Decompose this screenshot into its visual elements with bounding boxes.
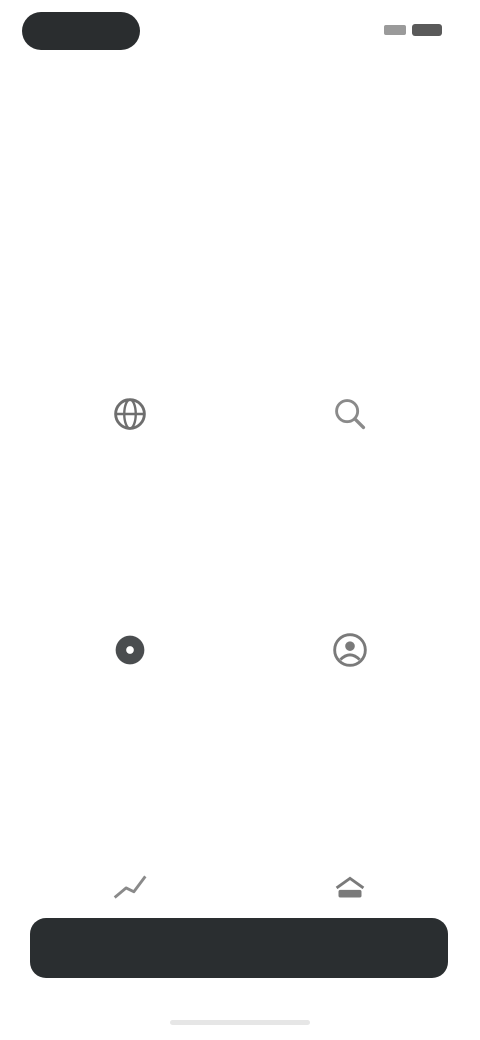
option-tile[interactable] — [20, 581, 240, 817]
status-bar — [0, 0, 480, 64]
status-icons — [384, 24, 442, 36]
globe-icon — [103, 387, 157, 441]
continue-button[interactable] — [30, 918, 448, 978]
option-tile[interactable] — [240, 581, 460, 817]
top-nav — [0, 64, 480, 108]
home-indicator — [170, 1020, 310, 1025]
nav-title — [196, 74, 296, 94]
trend-line-icon — [103, 859, 157, 913]
option-tile[interactable] — [240, 345, 460, 581]
signal-icon — [384, 25, 406, 35]
dynamic-island — [22, 12, 140, 50]
disc-icon — [103, 623, 157, 677]
nav-action-button[interactable] — [404, 74, 444, 94]
stack-icon — [323, 859, 377, 913]
back-link[interactable] — [30, 72, 140, 94]
search-icon — [323, 387, 377, 441]
option-tile[interactable] — [20, 345, 240, 581]
battery-icon — [412, 24, 442, 36]
user-circle-icon — [323, 623, 377, 677]
